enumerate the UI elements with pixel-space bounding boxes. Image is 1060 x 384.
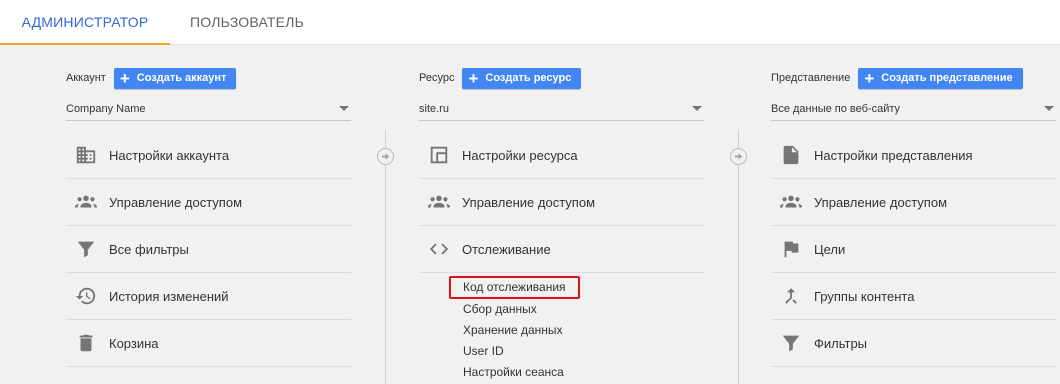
menu-item-change-history[interactable]: История изменений (66, 273, 351, 320)
top-tab-bar: АДМИНИСТРАТОР ПОЛЬЗОВАТЕЛЬ (0, 0, 1060, 45)
account-header: Аккаунт + Создать аккаунт (66, 67, 237, 89)
people-icon (428, 191, 450, 213)
arrow-right-icon[interactable] (730, 148, 747, 165)
menu-item-label: История изменений (109, 288, 229, 304)
menu-item-label: Настройки аккаунта (109, 147, 230, 163)
menu-item-label: Корзина (109, 335, 159, 351)
menu-item-label: Настройки представления (814, 147, 973, 163)
menu-item-label: Настройки ресурса (462, 147, 578, 163)
submenu-item-data-retention[interactable]: Хранение данных (463, 320, 704, 341)
submenu-item-tracking-code[interactable]: Код отслеживания (449, 276, 580, 299)
trash-icon (75, 332, 97, 354)
filter-icon (780, 332, 802, 354)
menu-item-label: Все фильтры (109, 241, 189, 257)
tracking-submenu: Код отслеживания Сбор данных Хранение да… (419, 273, 704, 383)
arrow-right-icon[interactable] (377, 148, 394, 165)
people-icon (75, 191, 97, 213)
resource-column: Ресурс + Создать ресурс site.ru Настройк… (419, 45, 704, 384)
plus-icon: + (864, 68, 875, 88)
resource-header: Ресурс + Создать ресурс (419, 67, 582, 89)
view-column: Представление + Создать представление Вс… (771, 45, 1056, 384)
create-account-label: Создать аккаунт (136, 72, 227, 84)
menu-item-account-settings[interactable]: Настройки аккаунта (66, 132, 351, 179)
menu-item-label: Группы контента (814, 288, 915, 304)
menu-item-trash[interactable]: Корзина (66, 320, 351, 367)
view-header: Представление + Создать представление (771, 67, 1023, 89)
menu-item-resource-access[interactable]: Управление доступом (419, 179, 704, 226)
view-menu: Настройки представления Управление досту… (771, 132, 1056, 367)
account-menu: Настройки аккаунта Управление доступом В… (66, 132, 351, 367)
resource-selected-value: site.ru (419, 102, 449, 115)
column-divider (385, 130, 386, 384)
view-label: Представление (771, 72, 851, 84)
caret-down-icon (692, 106, 702, 111)
plus-icon: + (119, 68, 130, 88)
tab-user[interactable]: ПОЛЬЗОВАТЕЛЬ (178, 0, 316, 45)
menu-item-filters[interactable]: Фильтры (771, 320, 1056, 367)
menu-item-label: Цели (814, 241, 846, 257)
menu-item-content-groups[interactable]: Группы контента (771, 273, 1056, 320)
menu-item-tracking[interactable]: Отслеживание (419, 226, 704, 273)
people-icon (780, 191, 802, 213)
resource-menu: Настройки ресурса Управление доступом От… (419, 132, 704, 383)
menu-item-resource-settings[interactable]: Настройки ресурса (419, 132, 704, 179)
column-divider (738, 130, 739, 384)
filter-icon (75, 238, 97, 260)
menu-item-all-filters[interactable]: Все фильтры (66, 226, 351, 273)
code-icon (428, 238, 450, 260)
create-view-button[interactable]: + Создать представление (858, 67, 1023, 89)
history-icon (75, 285, 97, 307)
caret-down-icon (339, 106, 349, 111)
create-view-label: Создать представление (881, 72, 1013, 84)
submenu-item-user-id[interactable]: User ID (463, 341, 704, 362)
account-selector[interactable]: Company Name (66, 97, 351, 121)
account-label: Аккаунт (66, 72, 106, 84)
create-resource-button[interactable]: + Создать ресурс (462, 67, 582, 89)
merge-icon (780, 285, 802, 307)
create-account-button[interactable]: + Создать аккаунт (113, 67, 237, 89)
resource-selector[interactable]: site.ru (419, 97, 704, 121)
view-selected-value: Все данные по веб-сайту (771, 102, 901, 115)
resource-label: Ресурс (419, 72, 455, 84)
menu-item-label: Управление доступом (109, 194, 243, 210)
caret-down-icon (1044, 106, 1054, 111)
menu-item-view-access[interactable]: Управление доступом (771, 179, 1056, 226)
create-resource-label: Создать ресурс (485, 72, 572, 84)
submenu-item-session-settings[interactable]: Настройки сеанса (463, 362, 704, 383)
view-selector[interactable]: Все данные по веб-сайту (771, 97, 1056, 121)
account-selected-value: Company Name (66, 102, 146, 115)
document-icon (780, 144, 802, 166)
menu-item-view-settings[interactable]: Настройки представления (771, 132, 1056, 179)
menu-item-account-access[interactable]: Управление доступом (66, 179, 351, 226)
menu-item-label: Отслеживание (462, 241, 551, 257)
window-icon (428, 144, 450, 166)
building-icon (75, 144, 97, 166)
plus-icon: + (468, 68, 479, 88)
submenu-item-data-collection[interactable]: Сбор данных (463, 299, 704, 320)
menu-item-label: Управление доступом (814, 194, 948, 210)
account-column: Аккаунт + Создать аккаунт Company Name Н… (66, 45, 351, 384)
menu-item-label: Фильтры (814, 335, 868, 351)
menu-item-label: Управление доступом (462, 194, 596, 210)
menu-item-goals[interactable]: Цели (771, 226, 1056, 273)
tab-admin[interactable]: АДМИНИСТРАТОР (0, 0, 170, 45)
flag-icon (780, 238, 802, 260)
